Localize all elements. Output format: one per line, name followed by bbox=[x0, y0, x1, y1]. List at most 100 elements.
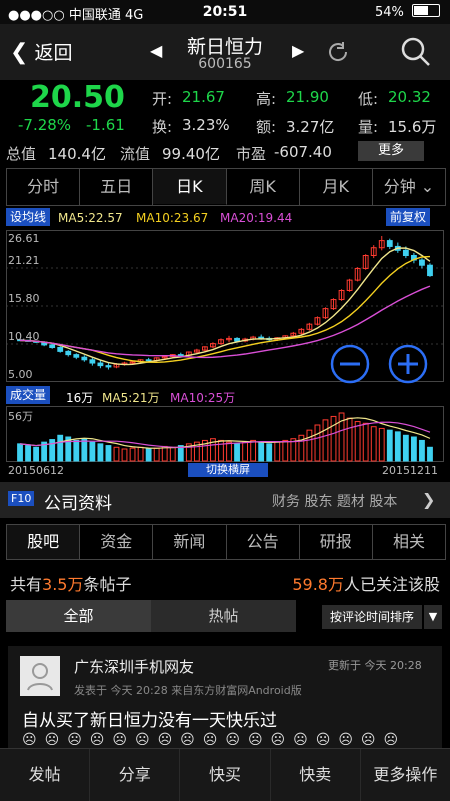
stock-code: 600165 bbox=[198, 56, 252, 72]
volume-frame bbox=[6, 406, 444, 462]
volume-bar bbox=[113, 446, 120, 462]
tab-daily-k[interactable]: 日K bbox=[153, 169, 227, 205]
filter-hot[interactable]: 热帖 bbox=[151, 600, 296, 632]
tab-five-day[interactable]: 五日 bbox=[80, 169, 154, 205]
volume-bar bbox=[354, 421, 361, 462]
share-button[interactable]: 分享 bbox=[90, 749, 181, 801]
y-tick-label: 5.00 bbox=[8, 368, 33, 381]
candle-body bbox=[57, 346, 64, 352]
volume-bar bbox=[129, 447, 136, 462]
volume-bar bbox=[89, 441, 96, 462]
next-stock-button[interactable]: ▶ bbox=[292, 41, 304, 60]
volume-bar bbox=[81, 438, 88, 462]
zoom-out-button[interactable] bbox=[330, 344, 370, 384]
last-price: 20.50 bbox=[30, 80, 125, 115]
change-percent: -7.28% bbox=[18, 116, 72, 134]
candle-body bbox=[419, 259, 425, 266]
volume-indicator-button[interactable]: 成交量 bbox=[6, 386, 51, 404]
chevron-down-icon: ⌄ bbox=[415, 177, 435, 196]
nav-bar: ❮ 返回 ◀ 新日恒力 600165 ▶ bbox=[0, 24, 450, 80]
candle-body bbox=[73, 354, 80, 358]
volume-bar bbox=[73, 439, 80, 462]
volume-bar bbox=[25, 445, 31, 462]
volume-bar bbox=[33, 446, 40, 462]
zoom-in-button[interactable] bbox=[388, 344, 428, 384]
volume-bar bbox=[137, 446, 144, 462]
post-card[interactable]: 广东深圳手机网友 更新于 今天 20:28 发表于 今天 20:28 来自东方财… bbox=[8, 646, 442, 748]
landscape-toggle[interactable]: 切换横屏 bbox=[188, 463, 268, 477]
post-author[interactable]: 广东深圳手机网友 bbox=[74, 656, 194, 677]
candle-body bbox=[177, 354, 184, 357]
volume-bar bbox=[274, 441, 281, 462]
refresh-icon[interactable] bbox=[324, 38, 352, 66]
tab-related[interactable]: 相关 bbox=[373, 525, 445, 559]
pe-value: -607.40 bbox=[274, 143, 332, 161]
adjust-mode-button[interactable]: 前复权 bbox=[386, 208, 431, 226]
volume-bar bbox=[105, 445, 112, 462]
tab-announcements[interactable]: 公告 bbox=[227, 525, 300, 559]
quick-buy-button[interactable]: 快买 bbox=[180, 749, 271, 801]
y-tick-label: 15.80 bbox=[8, 292, 40, 305]
ma10-label: MA10:23.67 bbox=[136, 211, 209, 225]
vol-ma5-label: MA5:21万 bbox=[102, 391, 160, 405]
tab-weekly-k[interactable]: 周K bbox=[227, 169, 300, 205]
vol-ma10-label: MA10:25万 bbox=[170, 391, 236, 405]
volume-bar bbox=[346, 417, 353, 462]
amount-label: 额: bbox=[256, 118, 277, 136]
candle-body bbox=[234, 337, 240, 342]
volume-bar bbox=[266, 443, 273, 462]
volume-bar bbox=[402, 434, 409, 462]
volume-bar bbox=[161, 445, 168, 462]
tab-funds[interactable]: 资金 bbox=[80, 525, 154, 559]
post-button[interactable]: 发帖 bbox=[0, 749, 91, 801]
volume-bar bbox=[306, 429, 313, 462]
filter-all[interactable]: 全部 bbox=[6, 600, 151, 632]
ma-settings-button[interactable]: 设均线 bbox=[6, 208, 51, 226]
high-label: 高: bbox=[256, 90, 277, 108]
low-label: 低: bbox=[358, 90, 379, 108]
volume-chart[interactable] bbox=[6, 406, 444, 462]
date-start: 20150612 bbox=[8, 464, 64, 477]
tab-intraday[interactable]: 分时 bbox=[7, 169, 81, 205]
volume-bar bbox=[322, 419, 329, 462]
volume-bar bbox=[362, 422, 369, 462]
candle-body bbox=[49, 344, 56, 348]
dropdown-arrow-icon[interactable]: ▼ bbox=[424, 605, 442, 629]
battery-percent: 54% bbox=[374, 5, 404, 20]
post-updated: 更新于 今天 20:28 bbox=[328, 659, 422, 672]
more-button[interactable]: 更多 bbox=[358, 141, 424, 161]
amount-value: 3.27亿 bbox=[286, 118, 335, 136]
y-tick-label: 21.21 bbox=[8, 254, 40, 267]
volume-bar bbox=[386, 429, 393, 462]
more-actions-button[interactable]: 更多操作 bbox=[361, 749, 450, 801]
company-info-links: 财务 股东 题材 股本 bbox=[272, 494, 398, 510]
tab-minute[interactable]: 分钟 ⌄ bbox=[373, 169, 445, 205]
quick-sell-button[interactable]: 快卖 bbox=[271, 749, 361, 801]
search-icon[interactable] bbox=[400, 36, 432, 68]
candle-body bbox=[97, 362, 104, 367]
candle-body bbox=[402, 249, 409, 257]
sort-select[interactable]: 按评论时间排序 bbox=[322, 605, 422, 629]
float-label: 流值 bbox=[120, 145, 151, 163]
turnover-label: 换: bbox=[152, 118, 173, 136]
post-filter-tabs: 全部 热帖 bbox=[6, 600, 296, 632]
candle-body bbox=[81, 356, 88, 361]
tab-forum[interactable]: 股吧 bbox=[7, 525, 81, 559]
tab-news[interactable]: 新闻 bbox=[153, 525, 227, 559]
volume-bar bbox=[57, 434, 64, 462]
candlestick-chart[interactable] bbox=[6, 230, 444, 382]
battery-indicator: 54% bbox=[375, 4, 440, 20]
volume-bar bbox=[250, 439, 257, 462]
volume-bar bbox=[378, 427, 385, 462]
ma5-label: MA5:22.57 bbox=[58, 211, 123, 225]
avatar[interactable] bbox=[20, 656, 60, 696]
tab-research[interactable]: 研报 bbox=[300, 525, 373, 559]
volume-value: 15.6万 bbox=[388, 118, 437, 136]
candle-body bbox=[89, 359, 96, 364]
volume-bar bbox=[419, 439, 425, 462]
pe-label: 市盈 bbox=[236, 145, 267, 163]
volume-bar bbox=[282, 439, 289, 462]
company-info-bar[interactable]: F10 公司资料 财务 股东 题材 股本 ❯ bbox=[0, 482, 450, 518]
tab-monthly-k[interactable]: 月K bbox=[300, 169, 373, 205]
volume-bar bbox=[145, 448, 152, 462]
